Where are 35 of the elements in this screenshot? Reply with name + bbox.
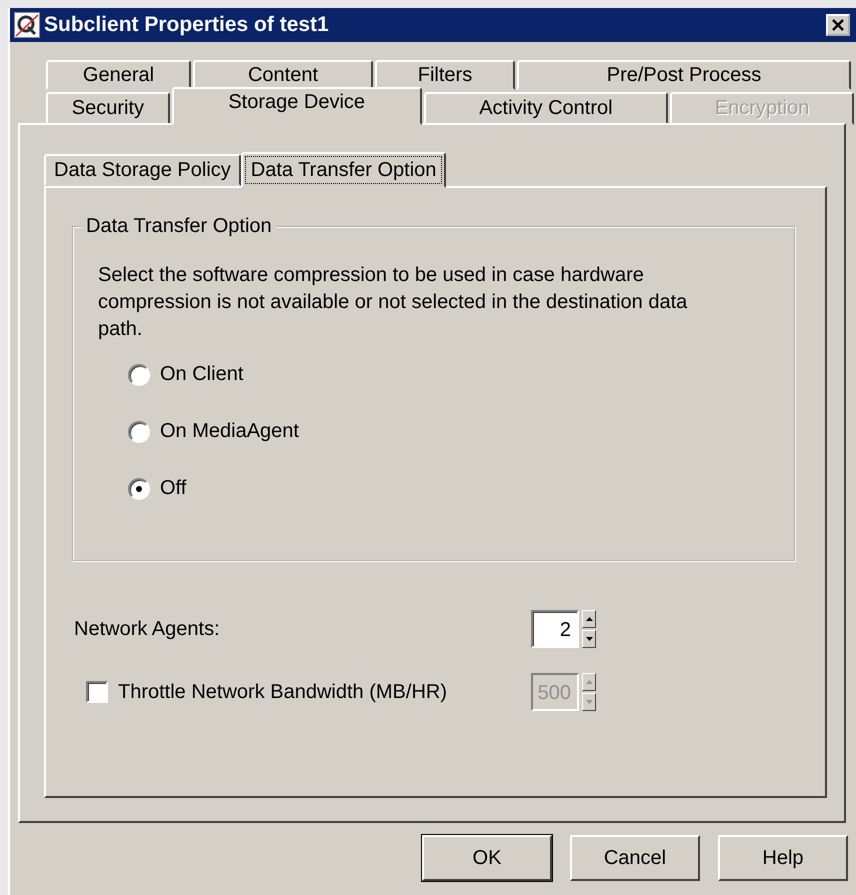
tab[interactable]: Security bbox=[46, 92, 170, 125]
down-arrow-icon bbox=[586, 637, 592, 641]
description-text: Select the software compression to be used in case hardware compression is not available or not selected in the destination data path. bbox=[98, 263, 688, 342]
dialog-button[interactable]: Help bbox=[718, 835, 848, 881]
radio-label: Off bbox=[160, 477, 186, 500]
radio-label: On MediaAgent bbox=[160, 420, 299, 443]
close-button[interactable] bbox=[826, 14, 850, 36]
tab[interactable]: Pre/Post Process bbox=[517, 60, 851, 90]
group-title: Data Transfer Option bbox=[82, 215, 276, 238]
spin-up-button[interactable] bbox=[582, 610, 596, 628]
tab[interactable]: Activity Control bbox=[424, 92, 668, 125]
radio-button[interactable] bbox=[128, 420, 150, 442]
tab[interactable]: Filters bbox=[375, 60, 515, 90]
up-arrow-icon bbox=[586, 680, 592, 684]
app-icon bbox=[14, 12, 40, 38]
radio-label: On Client bbox=[160, 363, 244, 386]
dialog-button[interactable]: OK bbox=[422, 835, 552, 881]
tab[interactable]: Data Storage Policy bbox=[44, 154, 241, 186]
spin-down-button[interactable] bbox=[582, 693, 596, 711]
number-field[interactable]: 2 bbox=[531, 610, 579, 648]
window-title: Subclient Properties of test1 bbox=[44, 13, 330, 37]
tab[interactable]: Storage Device bbox=[172, 87, 422, 125]
radio-button[interactable] bbox=[128, 478, 150, 500]
up-arrow-icon bbox=[586, 617, 592, 621]
tab[interactable]: Data Transfer Option bbox=[240, 152, 446, 188]
close-icon bbox=[831, 18, 845, 32]
spin-up-button[interactable] bbox=[582, 673, 596, 691]
field-label: Network Agents: bbox=[74, 618, 220, 640]
spin-down-button[interactable] bbox=[582, 630, 596, 648]
tab[interactable]: General bbox=[46, 60, 191, 90]
radio-button[interactable] bbox=[128, 364, 150, 386]
down-arrow-icon bbox=[586, 700, 592, 704]
checkbox-label: Throttle Network Bandwidth (MB/HR) bbox=[118, 680, 447, 704]
dialog-button[interactable]: Cancel bbox=[570, 835, 700, 881]
tab[interactable]: Content bbox=[193, 60, 373, 90]
